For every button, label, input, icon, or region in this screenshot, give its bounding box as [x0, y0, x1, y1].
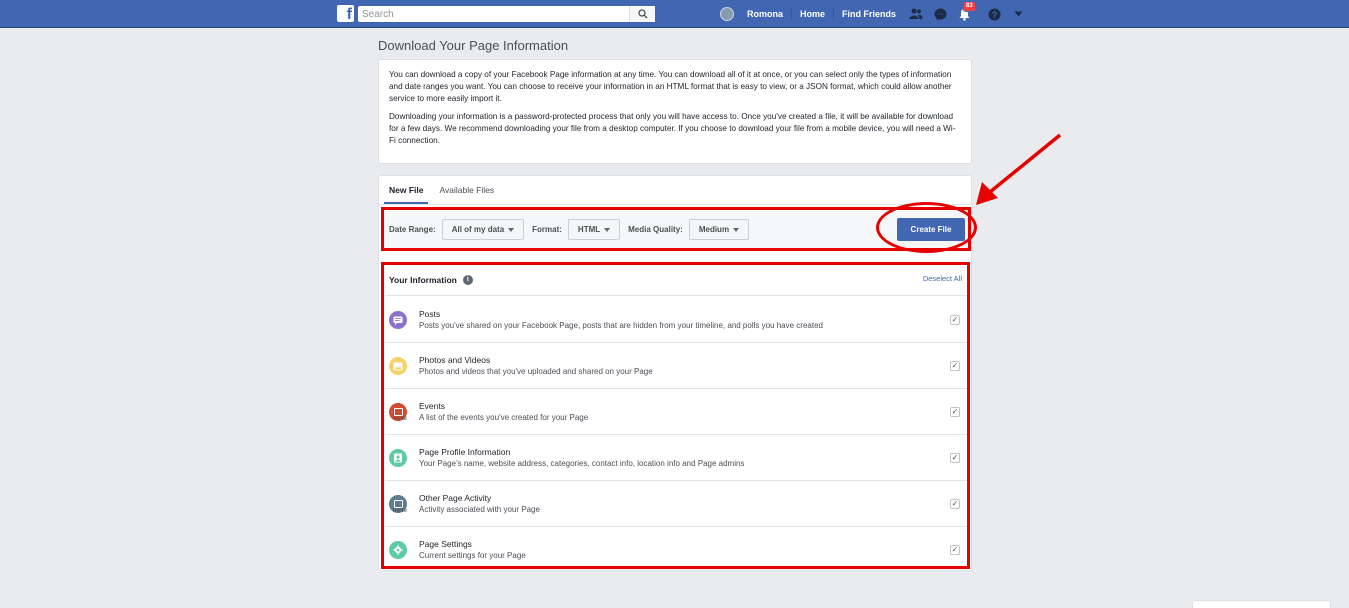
help-icon[interactable]: ? — [986, 6, 1002, 22]
search-input[interactable] — [358, 6, 629, 22]
search-button[interactable] — [629, 6, 655, 22]
tab-available-files[interactable]: Available Files — [434, 176, 499, 204]
search-icon — [637, 9, 647, 19]
messenger-icon[interactable] — [932, 6, 948, 22]
intro-box: You can download a copy of your Facebook… — [378, 59, 972, 164]
tabs: New File Available Files — [379, 176, 971, 205]
chevron-down-icon[interactable] — [1010, 6, 1026, 22]
notifications-icon[interactable]: 83 — [956, 1, 976, 22]
top-navigation-bar: f Romona Home Find Friends — [0, 0, 1349, 28]
search-box — [358, 6, 655, 22]
find-friends-link[interactable]: Find Friends — [834, 8, 904, 20]
svg-text:?: ? — [991, 10, 997, 20]
chat-bar-stub[interactable] — [1192, 600, 1331, 608]
page-title: Download Your Page Information — [378, 38, 569, 53]
notification-badge: 83 — [963, 1, 976, 12]
intro-paragraph: Downloading your information is a passwo… — [389, 112, 956, 145]
nav-right: Romona Home Find Friends 83 ? — [720, 0, 1030, 28]
annotation-box-information — [381, 262, 970, 569]
avatar[interactable] — [720, 7, 734, 21]
profile-link[interactable]: Romona — [739, 8, 792, 20]
intro-paragraph: You can download a copy of your Facebook… — [389, 70, 952, 103]
tab-new-file[interactable]: New File — [384, 176, 429, 204]
home-link[interactable]: Home — [792, 8, 835, 20]
friend-requests-icon[interactable] — [908, 6, 924, 22]
annotation-arrow-icon — [976, 133, 1062, 205]
facebook-logo[interactable]: f — [337, 5, 354, 22]
